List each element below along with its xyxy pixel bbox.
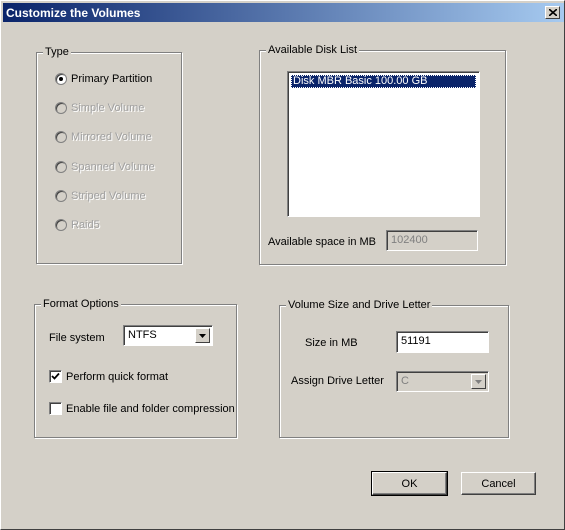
compression-option[interactable]: Enable file and folder compression bbox=[49, 402, 235, 415]
drive-letter-value: C bbox=[401, 375, 409, 387]
customize-volumes-dialog: Customize the Volumes Type Primary Parti… bbox=[0, 0, 565, 530]
format-options-legend: Format Options bbox=[41, 298, 121, 310]
compression-label: Enable file and folder compression bbox=[66, 402, 235, 415]
radio-button[interactable] bbox=[55, 102, 67, 114]
volume-size-legend: Volume Size and Drive Letter bbox=[286, 299, 433, 311]
title-bar[interactable]: Customize the Volumes bbox=[3, 3, 564, 22]
radio-label: Mirrored Volume bbox=[71, 131, 152, 143]
drive-letter-select[interactable]: C bbox=[396, 371, 489, 392]
checkmark-icon bbox=[51, 372, 60, 380]
chevron-down-icon bbox=[475, 379, 482, 384]
file-system-dropdown-button[interactable] bbox=[195, 328, 210, 343]
radio-button[interactable] bbox=[55, 190, 67, 202]
format-options-group: Format Options File system NTFS Perform … bbox=[34, 298, 237, 438]
compression-checkbox[interactable] bbox=[49, 402, 62, 415]
disk-listbox[interactable]: Disk MBR Basic 100.00 GB bbox=[287, 71, 480, 217]
close-icon bbox=[548, 9, 557, 16]
radio-button[interactable] bbox=[55, 131, 67, 143]
radio-button[interactable] bbox=[55, 219, 67, 231]
ok-button[interactable]: OK bbox=[371, 471, 448, 496]
disk-list-legend: Available Disk List bbox=[266, 44, 360, 56]
close-button[interactable] bbox=[545, 6, 560, 19]
type-group-legend: Type bbox=[43, 46, 71, 58]
radio-mirrored-volume[interactable]: Mirrored Volume bbox=[55, 131, 152, 143]
radio-raid5[interactable]: Raid5 bbox=[55, 219, 100, 231]
radio-button[interactable] bbox=[55, 161, 67, 173]
radio-primary-partition[interactable]: Primary Partition bbox=[55, 73, 152, 85]
disk-list-group: Available Disk List Disk MBR Basic 100.0… bbox=[259, 44, 506, 265]
radio-button[interactable] bbox=[55, 73, 67, 85]
quick-format-option[interactable]: Perform quick format bbox=[49, 370, 168, 383]
radio-label: Spanned Volume bbox=[71, 161, 155, 173]
drive-letter-label: Assign Drive Letter bbox=[291, 375, 384, 387]
disk-list-item[interactable]: Disk MBR Basic 100.00 GB bbox=[291, 75, 476, 88]
window-title: Customize the Volumes bbox=[6, 6, 141, 20]
size-label: Size in MB bbox=[305, 337, 358, 349]
size-input[interactable]: 51191 bbox=[396, 331, 489, 353]
cancel-button[interactable]: Cancel bbox=[461, 472, 536, 495]
available-space-label: Available space in MB bbox=[268, 236, 377, 248]
quick-format-label: Perform quick format bbox=[66, 370, 169, 383]
available-space-field: 102400 bbox=[386, 230, 478, 251]
radio-simple-volume[interactable]: Simple Volume bbox=[55, 102, 144, 114]
file-system-select[interactable]: NTFS bbox=[123, 325, 213, 346]
drive-letter-dropdown-button[interactable] bbox=[471, 374, 486, 389]
radio-spanned-volume[interactable]: Spanned Volume bbox=[55, 161, 155, 173]
type-group: Type Primary Partition Simple Volume Mir… bbox=[36, 46, 182, 264]
volume-size-group: Volume Size and Drive Letter Size in MB … bbox=[279, 299, 509, 438]
quick-format-checkbox[interactable] bbox=[49, 370, 62, 383]
radio-label: Primary Partition bbox=[71, 73, 153, 85]
radio-label: Simple Volume bbox=[71, 102, 145, 114]
radio-label: Raid5 bbox=[71, 219, 100, 231]
file-system-value: NTFS bbox=[128, 329, 157, 341]
radio-label: Striped Volume bbox=[71, 190, 146, 202]
chevron-down-icon bbox=[199, 333, 206, 338]
radio-striped-volume[interactable]: Striped Volume bbox=[55, 190, 146, 202]
file-system-label: File system bbox=[49, 332, 105, 344]
